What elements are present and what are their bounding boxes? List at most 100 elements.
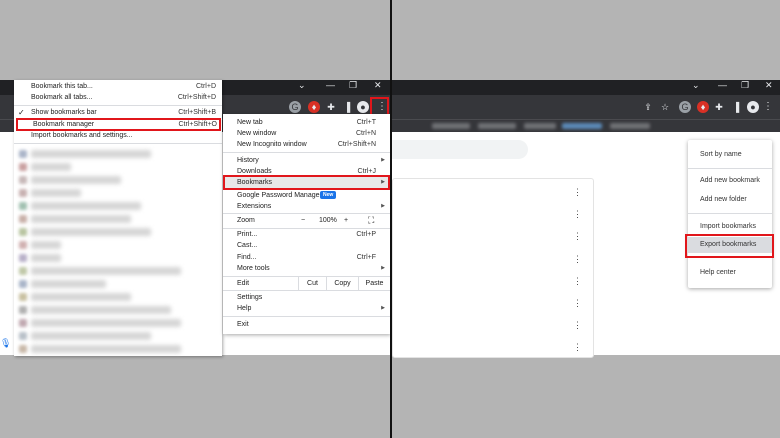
extensions-item[interactable]: Extensions ▶: [223, 201, 390, 212]
copy-button[interactable]: Copy: [326, 277, 358, 290]
profile-icon[interactable]: ●: [357, 101, 369, 113]
tab-search-icon[interactable]: ⌄: [298, 80, 306, 91]
bookmark-favicon: [19, 332, 27, 340]
submenu-arrow-icon: ▶: [381, 305, 385, 311]
minimize-icon[interactable]: —: [718, 80, 727, 90]
share-icon[interactable]: ⇪: [642, 101, 654, 113]
blurred-bookmark-row[interactable]: [31, 280, 106, 288]
password-manager-item[interactable]: Google Password Manager New: [223, 190, 390, 201]
blurred-bookmark-row[interactable]: [31, 202, 141, 210]
bookmark-favicon: [19, 189, 27, 197]
item-more-icon[interactable]: ⋮: [573, 255, 582, 264]
blurred-bookmark-chip[interactable]: [478, 123, 516, 129]
blurred-bookmark-chip[interactable]: [610, 123, 650, 129]
menu-divider: [223, 316, 390, 317]
blurred-bookmark-row[interactable]: [31, 332, 151, 340]
sidebar-icon[interactable]: ▐: [341, 101, 353, 113]
sort-by-name-item[interactable]: Sort by name: [688, 148, 772, 162]
import-bookmarks-item[interactable]: Import bookmarks: [688, 220, 772, 234]
google-icon[interactable]: G: [289, 101, 301, 113]
blurred-bookmark-row[interactable]: [31, 293, 131, 301]
extensions-icon[interactable]: ✚: [325, 101, 337, 113]
blurred-bookmark-row[interactable]: [31, 163, 71, 171]
item-more-icon[interactable]: ⋮: [573, 210, 582, 219]
bookmarks-item[interactable]: Bookmarks ▶: [223, 175, 390, 190]
bookmark-favicon: [19, 215, 27, 223]
cast-item[interactable]: Cast...: [223, 240, 390, 251]
zoom-out-button[interactable]: −: [301, 215, 305, 226]
new-window-item[interactable]: New window Ctrl+N: [223, 128, 390, 139]
help-item[interactable]: Help ▶: [223, 303, 390, 314]
more-tools-item[interactable]: More tools ▶: [223, 263, 390, 274]
bookmark-all-tabs-item[interactable]: Bookmark all tabs... Ctrl+Shift+D: [14, 93, 222, 103]
item-more-icon[interactable]: ⋮: [573, 299, 582, 308]
shield-icon[interactable]: ♦: [308, 101, 320, 113]
microphone-icon[interactable]: 🎙: [0, 338, 12, 350]
restore-icon[interactable]: ❐: [349, 80, 357, 91]
blurred-bookmark-row[interactable]: [31, 189, 81, 197]
blurred-bookmark-row[interactable]: [31, 345, 181, 353]
menu-divider: [223, 213, 390, 214]
menu-divider: [223, 290, 390, 291]
print-item[interactable]: Print... Ctrl+P: [223, 229, 390, 240]
star-icon[interactable]: ☆: [659, 101, 671, 113]
bookmark-favicon: [19, 280, 27, 288]
export-highlight-box: [685, 234, 774, 258]
bookmark-favicon: [19, 319, 27, 327]
blurred-bookmark-chip[interactable]: [524, 123, 556, 129]
blurred-bookmark-row[interactable]: [31, 241, 61, 249]
google-icon[interactable]: G: [679, 101, 691, 113]
settings-item[interactable]: Settings: [223, 292, 390, 303]
item-more-icon[interactable]: ⋮: [573, 232, 582, 241]
item-more-icon[interactable]: ⋮: [573, 321, 582, 330]
extensions-icon[interactable]: ✚: [713, 101, 725, 113]
organize-menu: Sort by name Add new bookmark Add new fo…: [688, 140, 772, 288]
add-new-folder-item[interactable]: Add new folder: [688, 193, 772, 207]
zoom-in-button[interactable]: +: [344, 215, 348, 226]
paste-button[interactable]: Paste: [358, 277, 390, 290]
close-window-icon[interactable]: ✕: [374, 80, 382, 91]
exit-item[interactable]: Exit: [223, 319, 390, 330]
import-bookmarks-settings-item[interactable]: Import bookmarks and settings...: [14, 131, 222, 141]
item-more-icon[interactable]: ⋮: [573, 188, 582, 197]
bookmark-favicon: [19, 150, 27, 158]
more-icon[interactable]: ⋮: [762, 101, 774, 113]
tab-search-icon[interactable]: ⌄: [692, 80, 700, 91]
blurred-bookmark-row[interactable]: [31, 176, 121, 184]
close-window-icon[interactable]: ✕: [765, 80, 773, 91]
shield-icon[interactable]: ♦: [697, 101, 709, 113]
item-more-icon[interactable]: ⋮: [573, 277, 582, 286]
show-bookmarks-bar-item[interactable]: ✓ Show bookmarks bar Ctrl+Shift+B: [14, 108, 222, 118]
blurred-bookmark-row[interactable]: [31, 215, 131, 223]
bookmark-this-tab-item[interactable]: Bookmark this tab... Ctrl+D: [14, 82, 222, 92]
zoom-row: Zoom − 100% + ⛶: [237, 215, 375, 226]
bookmark-favicon: [19, 202, 27, 210]
blurred-bookmark-row[interactable]: [31, 254, 61, 262]
bookmark-favicon: [19, 241, 27, 249]
restore-icon[interactable]: ❐: [741, 80, 749, 91]
more-icon[interactable]: ⋮: [377, 100, 387, 113]
blurred-bookmark-row[interactable]: [31, 319, 181, 327]
blurred-bookmark-row[interactable]: [31, 306, 171, 314]
help-center-item[interactable]: Help center: [688, 266, 772, 280]
bookmark-manager-item[interactable]: Bookmark manager Ctrl+Shift+O: [16, 118, 221, 131]
blurred-bookmark-row[interactable]: [31, 228, 151, 236]
menu-divider: [688, 168, 772, 169]
minimize-icon[interactable]: —: [326, 80, 335, 90]
blurred-bookmark-row[interactable]: [31, 150, 151, 158]
history-item[interactable]: History ▶: [223, 155, 390, 166]
sidebar-icon[interactable]: ▐: [730, 101, 742, 113]
new-tab-item[interactable]: New tab Ctrl+T: [223, 117, 390, 128]
cut-button[interactable]: Cut: [298, 277, 326, 290]
profile-icon[interactable]: ●: [747, 101, 759, 113]
fullscreen-icon[interactable]: ⛶: [368, 215, 374, 226]
find-item[interactable]: Find... Ctrl+F: [223, 252, 390, 263]
new-incognito-item[interactable]: New Incognito window Ctrl+Shift+N: [223, 139, 390, 150]
bookmark-search-field[interactable]: [392, 140, 528, 159]
blurred-bookmark-row[interactable]: [31, 267, 181, 275]
item-more-icon[interactable]: ⋮: [573, 343, 582, 352]
blurred-bookmark-chip[interactable]: [562, 123, 602, 129]
blurred-bookmark-chip[interactable]: [432, 123, 470, 129]
add-new-bookmark-item[interactable]: Add new bookmark: [688, 174, 772, 188]
menu-divider: [688, 213, 772, 214]
